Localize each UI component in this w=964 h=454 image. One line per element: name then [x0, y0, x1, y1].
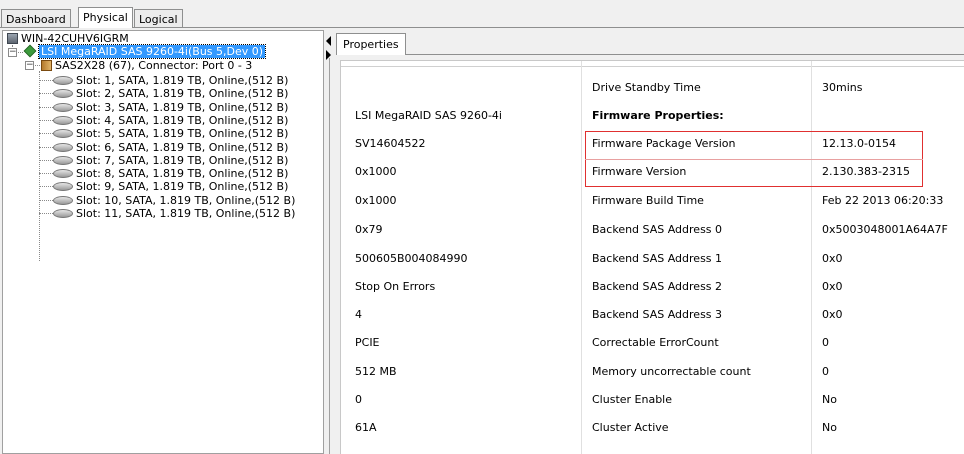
tree-node-slot[interactable]: Slot: 6, SATA, 1.819 TB, Online,(512 B): [53, 141, 288, 154]
tab-properties[interactable]: Properties: [336, 33, 406, 55]
properties-grid: Drive Standby Time 30mins LSI MegaRAID SAS…: [340, 60, 964, 454]
property-value: 0x5003048001A64A7F: [822, 223, 948, 236]
tree-node-slot[interactable]: Slot: 8, SATA, 1.819 TB, Online,(512 B): [53, 167, 288, 180]
disk-drive-icon: [53, 129, 73, 138]
collapse-left-arrow-icon[interactable]: [326, 36, 331, 46]
slot-label: Slot: 8, SATA, 1.819 TB, Online,(512 B): [76, 167, 289, 180]
tree-node-slot[interactable]: Slot: 11, SATA, 1.819 TB, Online,(512 B): [53, 207, 295, 220]
property-name: Backend SAS Address 1: [592, 252, 723, 265]
panel-splitter[interactable]: [326, 30, 336, 454]
property-left-value: Stop On Errors: [355, 280, 436, 293]
tree-node-slot[interactable]: Slot: 1, SATA, 1.819 TB, Online,(512 B): [53, 74, 288, 87]
property-left-value: 0x1000: [355, 194, 397, 207]
property-value: 0: [822, 336, 829, 349]
property-left-value: SV14604522: [355, 137, 426, 150]
property-name: Memory uncorrectable count: [592, 365, 751, 378]
raid-controller-icon: [23, 44, 37, 58]
property-value: No: [822, 393, 837, 406]
property-name: Backend SAS Address 2: [592, 280, 723, 293]
property-left-value: PCIE: [355, 336, 380, 349]
disk-drive-icon: [53, 209, 73, 218]
slot-label: Slot: 9, SATA, 1.819 TB, Online,(512 B): [76, 180, 289, 193]
property-left-value: 500605B004084990: [355, 252, 468, 265]
property-value: 30mins: [822, 81, 863, 94]
tree-node-enclosure[interactable]: SAS2X28 (67), Connector: Port 0 - 3: [41, 59, 252, 72]
property-left-value: 61A: [355, 421, 377, 434]
property-name: Firmware Build Time: [592, 194, 704, 207]
disk-drive-icon: [53, 116, 73, 125]
disk-drive-icon: [53, 182, 73, 191]
collapse-enclosure-toggle[interactable]: −: [25, 61, 34, 70]
property-value: 2.130.383-2315: [822, 165, 910, 178]
property-left-value: 0: [355, 393, 362, 406]
slot-label: Slot: 7, SATA, 1.819 TB, Online,(512 B): [76, 154, 289, 167]
collapse-controller-toggle[interactable]: −: [8, 48, 17, 57]
property-name: Firmware Version: [592, 165, 687, 178]
property-value: 0: [822, 365, 829, 378]
property-name: Backend SAS Address 0: [592, 223, 723, 236]
slot-label: Slot: 3, SATA, 1.819 TB, Online,(512 B): [76, 101, 289, 114]
slot-label: Slot: 1, SATA, 1.819 TB, Online,(512 B): [76, 74, 289, 87]
slot-label: Slot: 6, SATA, 1.819 TB, Online,(512 B): [76, 141, 289, 154]
property-value: 12.13.0-0154: [822, 137, 896, 150]
server-icon: [7, 33, 18, 44]
tree-node-controller[interactable]: LSI MegaRAID SAS 9260-4i(Bus 5,Dev 0): [23, 44, 267, 59]
tree-node-slot[interactable]: Slot: 4, SATA, 1.819 TB, Online,(512 B): [53, 114, 288, 127]
disk-drive-icon: [53, 156, 73, 165]
disk-drive-icon: [53, 169, 73, 178]
tree-node-slot[interactable]: Slot: 9, SATA, 1.819 TB, Online,(512 B): [53, 180, 288, 193]
property-left-value: 512 MB: [355, 365, 397, 378]
property-name: Correctable ErrorCount: [592, 336, 719, 349]
disk-drive-icon: [53, 196, 73, 205]
slot-label: Slot: 5, SATA, 1.819 TB, Online,(512 B): [76, 127, 289, 140]
property-value: 0x0: [822, 252, 843, 265]
disk-drive-icon: [53, 143, 73, 152]
disk-drive-icon: [53, 89, 73, 98]
tab-logical[interactable]: Logical: [134, 9, 183, 28]
slot-label: Slot: 11, SATA, 1.819 TB, Online,(512 B): [76, 207, 296, 220]
property-name: Firmware Package Version: [592, 137, 736, 150]
property-value: Feb 22 2013 06:20:33: [822, 194, 944, 207]
tab-physical[interactable]: Physical: [78, 7, 133, 28]
tree-node-server[interactable]: WIN-42CUHV6IGRM: [7, 32, 129, 45]
slot-label: Slot: 10, SATA, 1.819 TB, Online,(512 B): [76, 194, 296, 207]
property-name: Cluster Active: [592, 421, 669, 434]
slot-label: Slot: 4, SATA, 1.819 TB, Online,(512 B): [76, 114, 289, 127]
tree-node-slot[interactable]: Slot: 2, SATA, 1.819 TB, Online,(512 B): [53, 87, 288, 100]
disk-drive-icon: [53, 103, 73, 112]
property-name: Backend SAS Address 3: [592, 308, 723, 321]
tab-dashboard[interactable]: Dashboard: [1, 9, 71, 28]
property-value: 0x0: [822, 308, 843, 321]
property-left-value: LSI MegaRAID SAS 9260-4i: [355, 109, 502, 122]
tree-node-slot[interactable]: Slot: 10, SATA, 1.819 TB, Online,(512 B): [53, 194, 295, 207]
property-value: No: [822, 421, 837, 434]
property-name: Drive Standby Time: [592, 81, 701, 94]
tree-node-slot[interactable]: Slot: 3, SATA, 1.819 TB, Online,(512 B): [53, 101, 288, 114]
disk-drive-icon: [53, 76, 73, 85]
property-value: 0x0: [822, 280, 843, 293]
slot-label: Slot: 2, SATA, 1.819 TB, Online,(512 B): [76, 87, 289, 100]
property-name: Firmware Properties:: [592, 109, 724, 122]
property-name: Cluster Enable: [592, 393, 673, 406]
physical-tree[interactable]: WIN-42CUHV6IGRM − LSI MegaRAID SAS 9260-…: [2, 30, 324, 454]
property-left-value: 0x79: [355, 223, 383, 236]
property-left-value: 0x1000: [355, 165, 397, 178]
property-left-value: 4: [355, 308, 362, 321]
tree-node-slot[interactable]: Slot: 5, SATA, 1.819 TB, Online,(512 B): [53, 127, 288, 140]
enclosure-icon: [41, 60, 52, 71]
view-tabstrip: Dashboard Physical Logical: [0, 0, 964, 28]
tree-node-slot[interactable]: Slot: 7, SATA, 1.819 TB, Online,(512 B): [53, 154, 288, 167]
